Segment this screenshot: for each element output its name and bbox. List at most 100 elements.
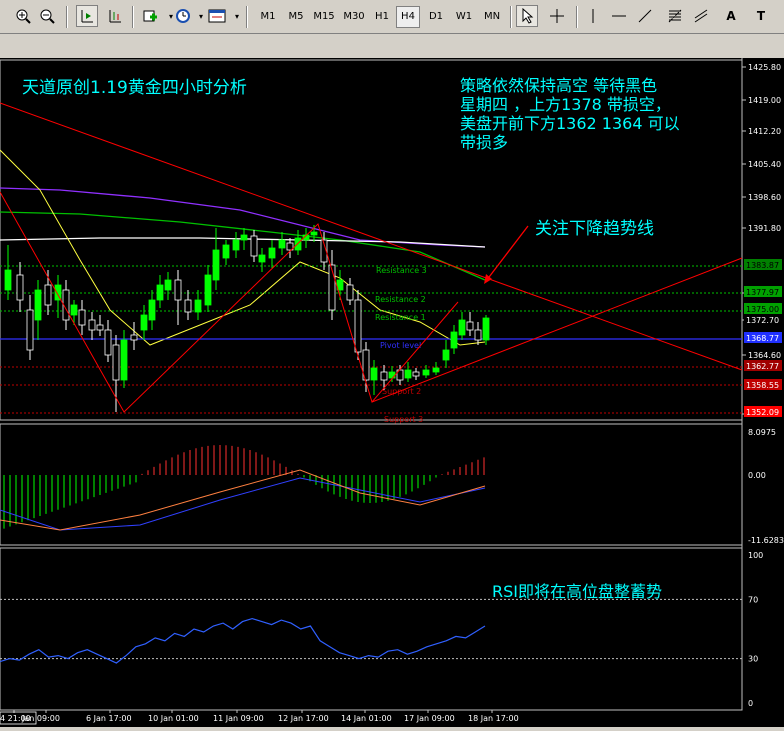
- timeframe-w1-button[interactable]: W1: [452, 6, 476, 28]
- chart-window[interactable]: 1425.80 1419.00 1412.20 1405.40 1398.60 1391.…: [0, 58, 784, 727]
- bull-candle: [140, 314, 148, 331]
- text-label-tool-button[interactable]: T: [750, 5, 772, 27]
- bull-candle: [204, 274, 212, 306]
- resistance-2-label: Resistance 2: [375, 295, 426, 304]
- price-tick-label: 1412.20: [748, 127, 781, 136]
- timeframe-m30-button[interactable]: M30: [342, 6, 366, 28]
- bear-candle: [380, 371, 388, 381]
- rsi-line: [0, 617, 486, 664]
- price-tick-label: 1364.60: [748, 351, 781, 360]
- resistance-3-label: Resistance 3: [376, 266, 427, 275]
- timeframe-m5-button[interactable]: M5: [284, 6, 308, 28]
- bull-candle: [310, 231, 318, 236]
- horizontal-line-icon[interactable]: [608, 5, 630, 27]
- ascending-trendline: [371, 257, 743, 403]
- price-tag-resistance-1: 1375.00: [746, 305, 779, 314]
- price-tag-support-1: 1362.77: [746, 362, 779, 371]
- bear-candle: [96, 324, 104, 331]
- macd-axis-zero: 0.00: [748, 471, 766, 480]
- resistance-1-label: Resistance 1: [375, 313, 426, 322]
- timeframe-mn-button[interactable]: MN: [480, 6, 504, 28]
- crosshair-icon[interactable]: [546, 5, 568, 27]
- time-tick-label: 11 Jan 09:00: [213, 714, 264, 723]
- chart-shift-icon[interactable]: [76, 5, 98, 27]
- bull-candle: [4, 269, 12, 291]
- bull-candle: [442, 349, 450, 361]
- toolbar-separator: [246, 6, 247, 28]
- rsi-axis-30: 30: [748, 655, 758, 664]
- price-tick-label: 1419.00: [748, 96, 781, 105]
- chevron-down-icon[interactable]: ▾: [226, 5, 248, 27]
- bull-candle: [164, 279, 172, 291]
- toolbar-separator: [576, 6, 577, 28]
- main-toolbar: ▾ ▾ ▾ M1 M5 M15 M30 H1 H4 D1 W1 MN A T: [0, 0, 784, 34]
- price-tag-pivot: 1368.77: [746, 334, 779, 343]
- toolbar-separator: [510, 6, 511, 28]
- bull-candle: [222, 244, 230, 259]
- chart-canvas[interactable]: 1425.80 1419.00 1412.20 1405.40 1398.60 1391.…: [0, 58, 784, 727]
- trendline-annotation: 关注下降趋势线: [535, 219, 654, 239]
- bear-candle: [26, 309, 34, 351]
- rsi-panel-frame: [0, 547, 743, 711]
- strategy-line: 策略依然保持高空 等待黑色: [460, 76, 658, 95]
- cursor-arrow-icon[interactable]: [516, 5, 538, 27]
- bear-candle: [88, 319, 96, 331]
- bear-candle: [104, 329, 112, 356]
- bear-candle: [466, 321, 474, 331]
- timeframe-d1-button[interactable]: D1: [424, 6, 448, 28]
- price-tag-resistance-2: 1377.97: [746, 288, 779, 297]
- strategy-line: 星期四 ，上方1378 带损空，: [460, 95, 671, 114]
- zoom-out-icon[interactable]: [36, 5, 58, 27]
- timeframe-m15-button[interactable]: M15: [312, 6, 336, 28]
- macd-axis-bottom: -11.6283: [748, 536, 784, 545]
- rsi-axis-top: 100: [748, 551, 763, 560]
- bull-candle: [258, 254, 266, 263]
- bull-candle: [432, 367, 440, 373]
- zoom-in-icon[interactable]: [12, 5, 34, 27]
- price-tag-support-2: 1358.55: [746, 381, 779, 390]
- timeframe-h1-button[interactable]: H1: [370, 6, 394, 28]
- vertical-line-icon[interactable]: [582, 5, 604, 27]
- bull-candle: [156, 284, 164, 301]
- rsi-axis-bottom: 0: [748, 699, 753, 708]
- bear-candle: [354, 299, 362, 353]
- templates-icon[interactable]: [206, 5, 228, 27]
- bull-candle: [278, 239, 286, 249]
- support-3-label: Support 3: [384, 415, 423, 424]
- indicators-icon[interactable]: [140, 5, 162, 27]
- rsi-annotation: RSI即将在高位盘整蓄势: [492, 582, 662, 601]
- equidistant-channel-icon[interactable]: [690, 5, 712, 27]
- bull-candle: [388, 371, 396, 379]
- strategy-line: 美盘开前下方1362 1364 可以: [460, 114, 680, 133]
- toolbar-separator: [132, 6, 133, 28]
- fibonacci-icon[interactable]: [664, 5, 686, 27]
- bull-candle: [482, 317, 490, 341]
- strategy-annotation: 策略依然保持高空 等待黑色 星期四 ，上方1378 带损空， 美盘开前下方136…: [460, 76, 750, 152]
- time-tick-label: 12 Jan 17:00: [278, 714, 329, 723]
- rsi-axis-70: 70: [748, 595, 758, 604]
- bull-candle: [34, 289, 42, 321]
- price-tag-current: 1372.70: [746, 316, 779, 325]
- timeframe-h4-button[interactable]: H4: [396, 6, 420, 28]
- price-tick-label: 1405.40: [748, 160, 781, 169]
- time-tick-label: 18 Jan 17:00: [468, 714, 519, 723]
- price-tick-label: 1425.80: [748, 63, 781, 72]
- bear-candle: [174, 279, 182, 301]
- autoscroll-icon[interactable]: [104, 5, 126, 27]
- bear-candle: [474, 329, 482, 341]
- toolbar-strip: [0, 34, 784, 58]
- bear-candle: [250, 235, 258, 257]
- trendline-icon[interactable]: [634, 5, 656, 27]
- timeframe-m1-button[interactable]: M1: [256, 6, 280, 28]
- bull-candle: [450, 331, 458, 349]
- bear-candle: [130, 334, 138, 341]
- bear-candle: [112, 344, 120, 381]
- text-tool-button[interactable]: A: [720, 5, 742, 27]
- time-tick-label: Jan 09:00: [21, 714, 60, 723]
- time-tick-label: 17 Jan 09:00: [404, 714, 455, 723]
- price-tick-label: 1398.60: [748, 193, 781, 202]
- strategy-line: 带损多: [460, 133, 509, 152]
- price-tag-support-3: 1352.09: [746, 408, 779, 417]
- bull-candle: [148, 299, 156, 321]
- price-tag-resistance-3: 1383.87: [746, 261, 779, 270]
